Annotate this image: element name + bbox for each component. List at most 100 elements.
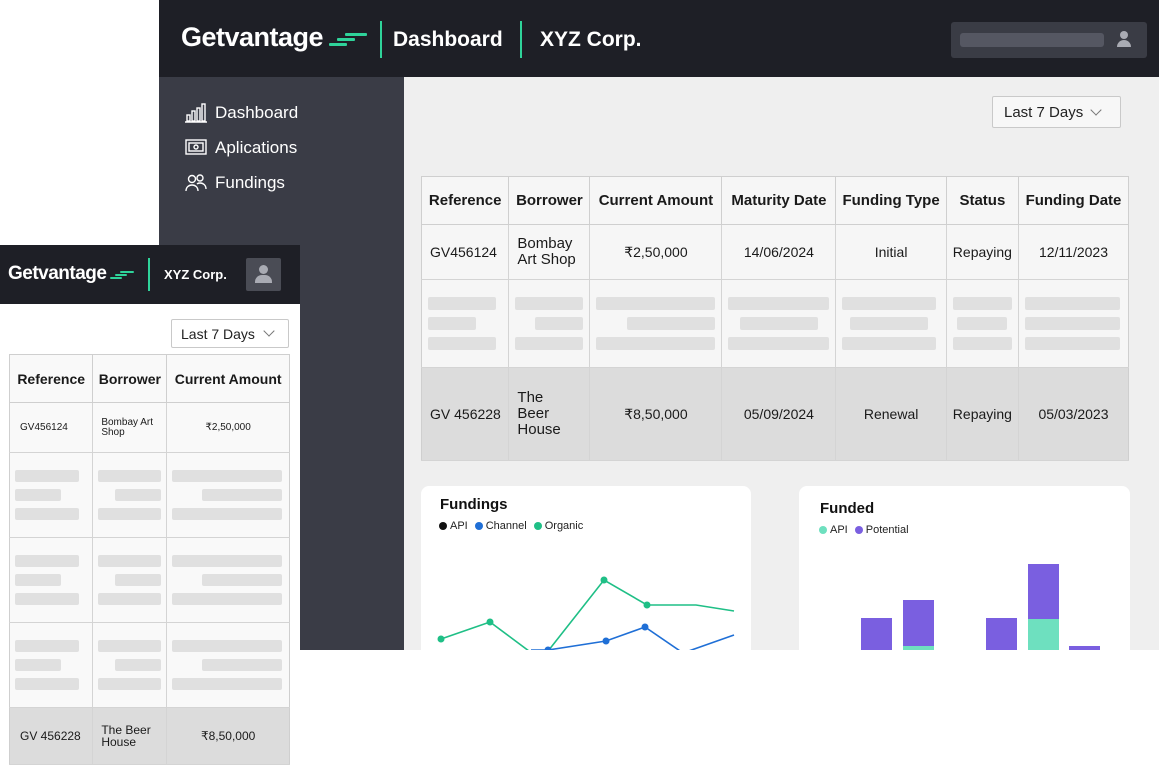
date-range-select[interactable]: Last 7 Days — [992, 96, 1121, 128]
table-row[interactable]: GV 456228 The Beer House ₹8,50,000 05/09… — [421, 367, 1129, 461]
user-menu[interactable] — [246, 258, 281, 291]
column-header[interactable]: Current Amount — [589, 176, 723, 225]
page-title: Dashboard — [393, 28, 503, 51]
placeholder-cell — [1018, 279, 1129, 368]
header-divider — [148, 258, 150, 291]
fundings-table: Reference Borrower Current Amount Maturi… — [421, 176, 1129, 461]
sidebar-item-fundings[interactable]: Fundings — [185, 173, 285, 193]
placeholder-cell — [166, 452, 290, 538]
brand-logo[interactable]: Getvantage — [8, 263, 136, 285]
placeholder-cell — [721, 279, 837, 368]
reference-cell: GV456124 — [9, 402, 94, 453]
date-range-select[interactable]: Last 7 Days — [171, 319, 289, 348]
logo-mark-icon — [327, 28, 369, 48]
placeholder-cell — [92, 622, 168, 708]
amount-cell: ₹8,50,000 — [166, 707, 290, 765]
placeholder-cell — [166, 622, 290, 708]
sidebar-item-dashboard[interactable]: Dashboard — [185, 103, 298, 123]
sidebar-item-applications[interactable]: Aplications — [185, 138, 297, 158]
placeholder-cell — [421, 279, 510, 368]
placeholder-cell — [9, 537, 94, 623]
placeholder-cell — [9, 622, 94, 708]
table-header-row: Reference Borrower Current Amount — [9, 354, 290, 403]
maturity-date-cell: 05/09/2024 — [721, 367, 837, 461]
table-row-placeholder — [421, 279, 1129, 368]
brand-logo[interactable]: Getvantage — [181, 22, 369, 53]
borrower-cell: Bombay Art Shop — [508, 224, 591, 280]
user-name-placeholder — [960, 33, 1104, 47]
bar-potential — [986, 618, 1017, 650]
header-divider — [520, 21, 522, 58]
bar-potential — [1069, 646, 1100, 650]
column-header[interactable]: Borrower — [92, 354, 168, 403]
amount-cell: ₹2,50,000 — [166, 402, 290, 453]
column-header[interactable]: Funding Type — [835, 176, 947, 225]
bar-potential — [1028, 564, 1059, 619]
table-row[interactable]: GV456124 Bombay Art Shop ₹2,50,000 — [9, 402, 290, 453]
table-row[interactable]: GV456124 Bombay Art Shop ₹2,50,000 14/06… — [421, 224, 1129, 280]
column-header[interactable]: Reference — [421, 176, 510, 225]
placeholder-cell — [589, 279, 723, 368]
logo-mark-icon — [108, 267, 136, 281]
users-icon — [185, 174, 207, 192]
table-row-placeholder — [9, 452, 290, 538]
table-row[interactable]: GV 456228 The Beer House ₹8,50,000 — [9, 707, 290, 765]
funding-date-cell: 12/11/2023 — [1018, 224, 1129, 280]
column-header[interactable]: Borrower — [508, 176, 591, 225]
header-divider — [380, 21, 382, 58]
fundings-chart-card: Fundings API Channel Organic — [421, 486, 751, 650]
placeholder-cell — [166, 537, 290, 623]
chevron-down-icon — [263, 325, 275, 337]
brand-name: Getvantage — [8, 263, 107, 284]
chevron-down-icon — [1090, 104, 1102, 116]
fundings-line-chart — [437, 576, 735, 650]
column-header[interactable]: Reference — [9, 354, 94, 403]
user-icon — [1115, 30, 1133, 48]
bar-api — [1028, 619, 1059, 650]
sidebar-item-label: Fundings — [215, 173, 285, 192]
company-name: XYZ Corp. — [540, 28, 642, 51]
company-name: XYZ Corp. — [164, 267, 227, 282]
borrower-cell: The Beer House — [508, 367, 591, 461]
series-organic-points — [437, 576, 651, 643]
status-cell: Repaying — [946, 224, 1019, 280]
date-range-value: Last 7 Days — [1004, 103, 1084, 121]
sidebar-item-label: Dashboard — [215, 103, 299, 122]
placeholder-cell — [9, 452, 94, 538]
table-row-placeholder — [9, 537, 290, 623]
desktop-dashboard: Getvantage Dashboard XYZ Corp. Dashboard… — [159, 0, 1159, 650]
reference-cell: GV 456228 — [9, 707, 94, 765]
series-organic-line — [440, 578, 735, 650]
mobile-top-bar: Getvantage XYZ Corp. — [0, 245, 300, 304]
column-header[interactable]: Current Amount — [166, 354, 290, 403]
reference-cell: GV456124 — [421, 224, 510, 280]
document-icon — [185, 139, 207, 155]
amount-cell: ₹8,50,000 — [589, 367, 723, 461]
bar-api — [903, 646, 934, 650]
column-header[interactable]: Status — [946, 176, 1019, 225]
placeholder-cell — [508, 279, 591, 368]
column-header[interactable]: Funding Date — [1018, 176, 1129, 225]
borrower-name: The Beer House — [517, 389, 561, 438]
funded-bar-chart — [861, 564, 1100, 650]
table-header-row: Reference Borrower Current Amount Maturi… — [421, 176, 1129, 225]
placeholder-cell — [92, 537, 168, 623]
user-icon — [254, 264, 273, 284]
bar-chart-icon — [185, 103, 207, 123]
borrower-cell: Bombay Art Shop — [92, 402, 168, 453]
fundings-table: Reference Borrower Current Amount GV4561… — [9, 354, 290, 765]
bar-potential — [861, 618, 892, 650]
placeholder-cell — [92, 452, 168, 538]
column-header[interactable]: Maturity Date — [721, 176, 837, 225]
bar-potential — [903, 600, 934, 646]
reference-cell: GV 456228 — [421, 367, 510, 461]
funded-chart-card: Funded API Potential — [799, 486, 1130, 650]
top-bar: Getvantage Dashboard XYZ Corp. — [159, 0, 1159, 77]
borrower-name: Bombay Art Shop — [517, 235, 576, 268]
sidebar-item-label: Aplications — [215, 138, 298, 157]
brand-name: Getvantage — [181, 22, 324, 52]
funding-type-cell: Initial — [835, 224, 947, 280]
mobile-dashboard: Getvantage XYZ Corp. Last 7 Days Referen… — [0, 245, 300, 765]
user-menu[interactable] — [951, 22, 1147, 58]
status-cell: Repaying — [946, 367, 1019, 461]
